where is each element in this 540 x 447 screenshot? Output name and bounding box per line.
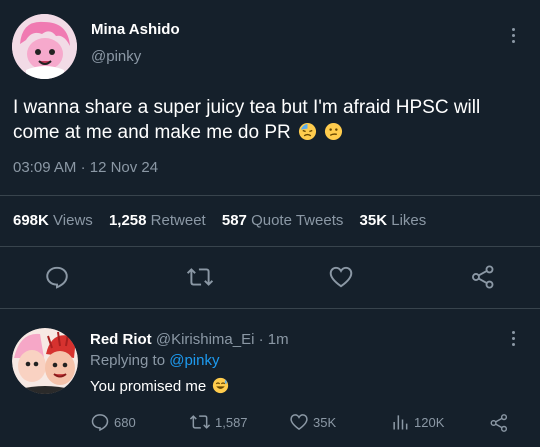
confused-emoji-icon <box>325 122 343 141</box>
reply-replies-action[interactable]: 680 <box>90 412 136 432</box>
views-label: Views <box>53 212 93 229</box>
timestamp-separator: · <box>80 159 90 176</box>
main-tweet-text-body: I wanna share a super juicy tea but I'm … <box>13 97 481 143</box>
sweat-smile-emoji-icon <box>213 377 229 394</box>
reply-header: Red Riot @Kirishima_Ei · 1m <box>90 331 289 348</box>
reply-retweet-action[interactable]: 1,587 <box>189 412 248 432</box>
main-timestamp: 03:09 AM · 12 Nov 24 <box>13 159 158 176</box>
reply-replies-count: 680 <box>114 414 136 430</box>
retweet-icon[interactable] <box>186 264 214 290</box>
more-options-icon[interactable] <box>512 28 516 46</box>
likes-count: 35K <box>359 212 388 229</box>
avatar-image <box>12 14 77 79</box>
red-riot-avatar[interactable] <box>12 328 78 394</box>
retweets-stat[interactable]: 1,258 Retweet <box>109 212 210 229</box>
reply-separator: · <box>258 331 264 348</box>
main-date[interactable]: 12 Nov 24 <box>90 159 158 176</box>
retweets-label: Retweet <box>150 212 206 229</box>
main-time[interactable]: 03:09 AM <box>13 159 76 176</box>
replying-to-label: Replying to <box>90 352 166 369</box>
reply-views-action[interactable]: 120K <box>390 412 444 432</box>
reply-like-action[interactable]: 35K <box>289 412 336 432</box>
views-stat: 698K Views <box>13 212 97 229</box>
quotes-count: 587 <box>221 212 247 229</box>
like-icon[interactable] <box>328 264 354 290</box>
replying-to-line: Replying to @pinky <box>90 352 219 369</box>
reply-handle[interactable]: @Kirishima_Ei <box>156 331 255 348</box>
reply-display-name[interactable]: Red Riot <box>90 331 152 348</box>
views-count: 698K <box>13 212 49 229</box>
likes-label: Likes <box>391 212 427 229</box>
divider-top <box>0 195 540 196</box>
quotes-stat[interactable]: 587 Quote Tweets <box>222 212 348 229</box>
reply-more-options-icon[interactable] <box>512 331 516 349</box>
mina-avatar[interactable] <box>12 14 77 79</box>
reply-likes-count: 35K <box>313 414 337 430</box>
quotes-label: Quote Tweets <box>251 212 344 229</box>
share-icon[interactable] <box>470 264 496 290</box>
reply-like-icon <box>290 414 308 431</box>
reply-avatar-image <box>12 328 78 394</box>
reply-views-icon <box>393 415 408 430</box>
likes-stat[interactable]: 35K Likes <box>360 212 427 229</box>
reply-time[interactable]: 1m <box>268 331 289 348</box>
reply-share-icon[interactable] <box>489 413 509 433</box>
reply-text-body: You promised me <box>90 378 207 395</box>
divider-middle <box>0 246 540 247</box>
reply-views-count: 120K <box>414 414 445 430</box>
reply-retweet-icon <box>189 415 211 429</box>
main-display-name[interactable]: Mina Ashido <box>91 21 180 38</box>
main-handle[interactable]: @pinky <box>91 48 141 65</box>
downcast-sweat-emoji-icon <box>298 122 317 141</box>
stats-row: 698K Views 1,258 Retweet 587 Quote Tweet… <box>13 212 426 229</box>
reply-comment-icon <box>91 414 109 432</box>
retweets-count: 1,258 <box>108 212 147 229</box>
replying-to-handle[interactable]: @pinky <box>169 352 219 369</box>
reply-retweets-count: 1,587 <box>215 414 248 430</box>
main-tweet-text: I wanna share a super juicy tea but I'm … <box>13 95 528 145</box>
divider-bottom <box>0 308 540 309</box>
reply-text: You promised me <box>90 377 229 395</box>
reply-icon[interactable] <box>44 264 70 290</box>
